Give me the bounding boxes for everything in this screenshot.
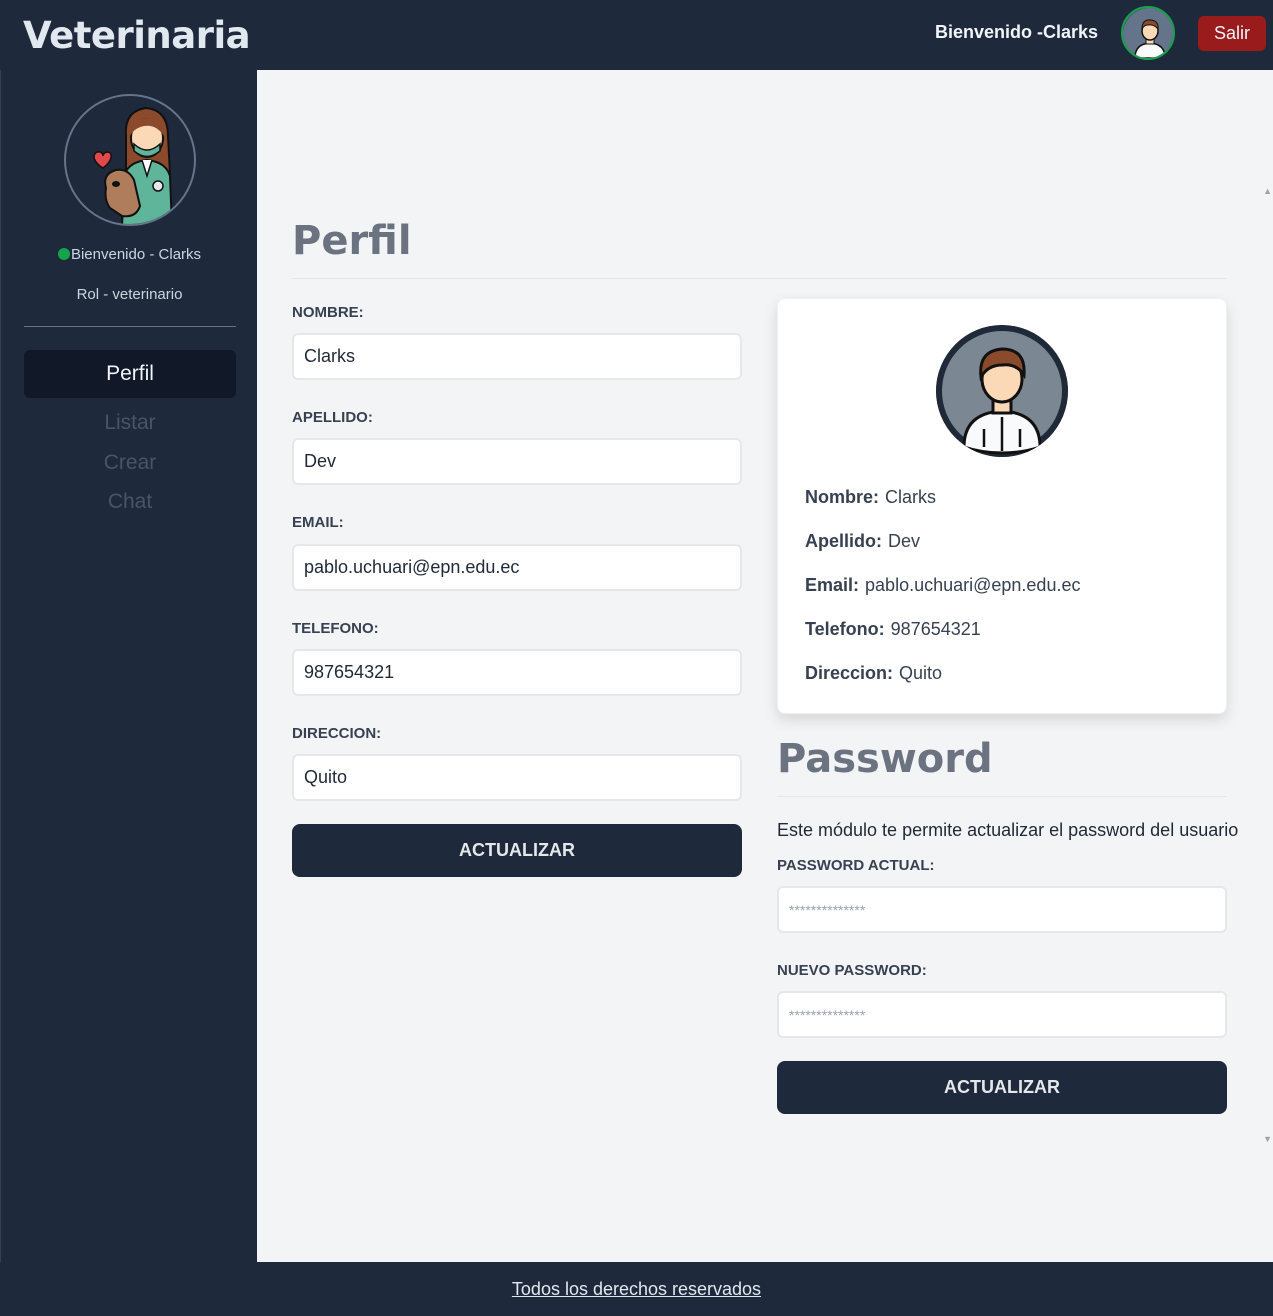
logout-button[interactable]: Salir [1198, 16, 1266, 51]
card-label-telefono: Telefono: [805, 619, 885, 639]
telefono-label: TELEFONO: [292, 620, 379, 637]
nav-item-perfil[interactable]: Perfil [24, 350, 236, 398]
card-value-apellido: Dev [888, 531, 921, 551]
card-value-telefono: 987654321 [890, 619, 981, 639]
scroll-down-icon[interactable]: ▼ [1263, 1134, 1272, 1144]
card-label-direccion: Direccion: [805, 663, 894, 683]
card-label-email: Email: [805, 575, 860, 595]
card-value-email: pablo.uchuari@epn.edu.ec [865, 575, 1081, 595]
new-password-input[interactable] [777, 991, 1227, 1038]
nombre-input[interactable] [292, 333, 742, 380]
sidebar: Bienvenido - Clarks Rol - veterinario Pe… [0, 70, 257, 1262]
header-welcome: Bienvenido -Clarks [934, 22, 1098, 42]
card-value-nombre: Clarks [885, 487, 937, 507]
password-divider [777, 796, 1227, 797]
card-label-apellido: Apellido: [805, 531, 882, 551]
nav-item-listar[interactable]: Listar [24, 411, 236, 435]
footer-link[interactable]: Todos los derechos reservados [512, 1279, 761, 1299]
direccion-input[interactable] [292, 754, 742, 801]
online-status-icon [57, 248, 70, 260]
apellido-label: APELLIDO: [292, 409, 373, 426]
email-input[interactable] [292, 544, 742, 591]
password-title: Password [777, 736, 993, 782]
sidebar-role: Rol - veterinario [76, 286, 183, 303]
card-row-telefono: Telefono: 987654321 [805, 619, 981, 640]
update-password-button[interactable]: ACTUALIZAR [777, 1061, 1227, 1114]
brand-title: Veterinaria [23, 14, 251, 57]
nombre-label: NOMBRE: [292, 304, 364, 321]
email-label: EMAIL: [292, 514, 344, 531]
nav-item-chat[interactable]: Chat [24, 490, 236, 514]
direccion-label: DIRECCION: [292, 725, 382, 742]
current-password-label: PASSWORD ACTUAL: [777, 857, 935, 874]
card-value-direccion: Quito [899, 663, 943, 683]
profile-card: Nombre: Clarks Apellido: Dev Email: pablo.u… [777, 298, 1227, 714]
telefono-input[interactable] [292, 649, 742, 696]
apellido-input[interactable] [292, 438, 742, 485]
sidebar-welcome: Bienvenido - Clarks [1, 246, 258, 263]
nav-item-crear[interactable]: Crear [24, 451, 236, 475]
footer: Todos los derechos reservados [0, 1262, 1273, 1316]
profile-title: Perfil [292, 218, 412, 264]
user-avatar-icon[interactable] [1121, 6, 1175, 60]
card-row-nombre: Nombre: Clarks [805, 487, 936, 508]
new-password-label: NUEVO PASSWORD: [777, 962, 927, 979]
current-password-input[interactable] [777, 886, 1227, 933]
user-avatar-icon [936, 325, 1068, 457]
sidebar-welcome-text: Bienvenido - Clarks [70, 246, 202, 263]
main-content: ▲ ▼ Perfil NOMBRE: APELLIDO: EMAIL: TELE… [257, 70, 1273, 1262]
sidebar-divider [24, 326, 236, 327]
card-row-direccion: Direccion: Quito [805, 663, 942, 684]
password-description: Este módulo te permite actualizar el pas… [777, 820, 1239, 840]
update-profile-button[interactable]: ACTUALIZAR [292, 824, 742, 877]
card-row-email: Email: pablo.uchuari@epn.edu.ec [805, 575, 1080, 596]
card-label-nombre: Nombre: [805, 487, 880, 507]
profile-divider [292, 278, 1227, 279]
veterinarian-avatar-icon [64, 94, 196, 226]
card-row-apellido: Apellido: Dev [805, 531, 920, 552]
top-bar: Veterinaria Bienvenido -Clarks Salir [0, 0, 1273, 70]
scroll-up-icon[interactable]: ▲ [1263, 186, 1272, 196]
